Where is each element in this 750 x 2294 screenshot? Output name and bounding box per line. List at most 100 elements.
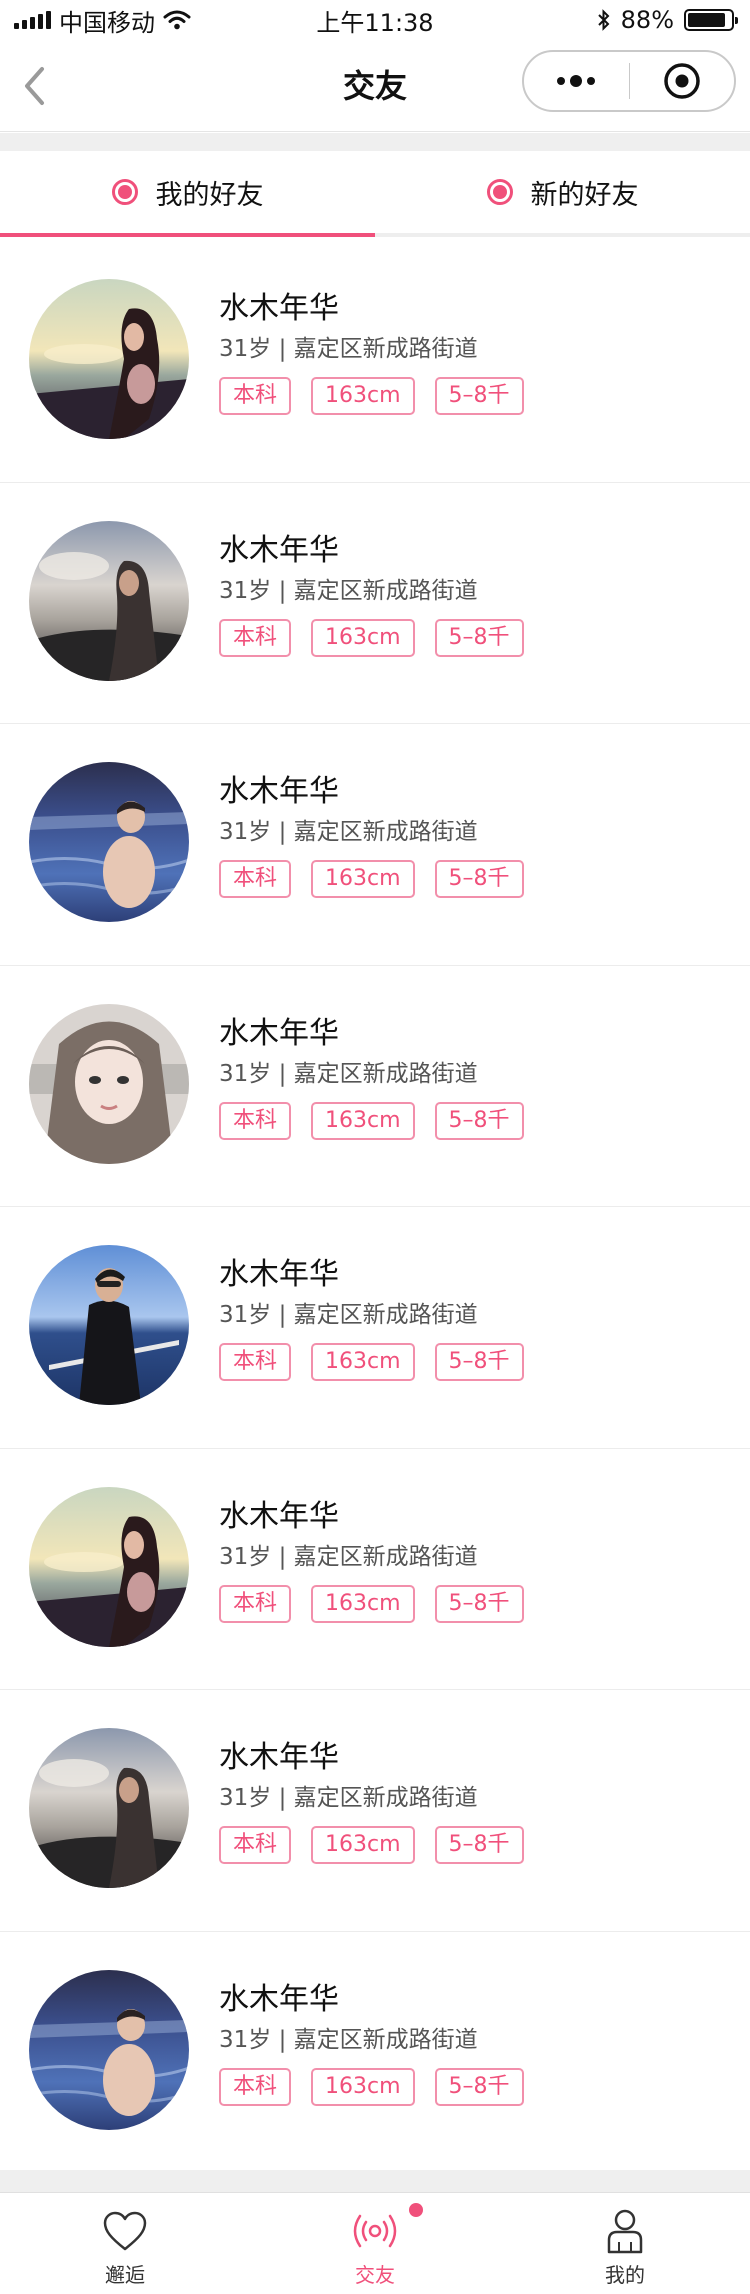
friend-info: 水木年华 31岁 | 嘉定区新成路街道 本科 163cm 5–8千 bbox=[219, 1497, 524, 1623]
avatar-woman-cloudy-icon bbox=[29, 1728, 189, 1888]
tag-height: 163cm bbox=[311, 1101, 415, 1140]
mini-program-capsule bbox=[522, 50, 736, 112]
battery-percent: 88% bbox=[620, 6, 674, 34]
tabbar-label: 我的 bbox=[605, 2263, 645, 2287]
battery-icon bbox=[684, 9, 738, 31]
avatar bbox=[29, 279, 189, 439]
more-dots-icon bbox=[557, 75, 596, 87]
friend-meta: 31岁 | 嘉定区新成路街道 bbox=[219, 1060, 478, 1087]
avatar bbox=[29, 762, 189, 922]
friend-info: 水木年华 31岁 | 嘉定区新成路街道 本科 163cm 5–8千 bbox=[219, 1738, 524, 1864]
friend-tags: 本科 163cm 5–8千 bbox=[219, 1343, 524, 1381]
nav-bar: 交友 bbox=[0, 40, 750, 132]
tag-height: 163cm bbox=[311, 618, 415, 657]
broadcast-icon bbox=[353, 2214, 397, 2248]
tag-education: 本科 bbox=[219, 618, 292, 657]
section-divider bbox=[0, 133, 750, 151]
friend-tags: 本科 163cm 5–8千 bbox=[219, 1584, 524, 1623]
friend-tags: 本科 163cm 5–8千 bbox=[219, 618, 524, 657]
friend-name: 水木年华 bbox=[219, 291, 339, 326]
friend-meta: 31岁 | 嘉定区新成路街道 bbox=[219, 1302, 478, 1328]
friend-meta: 31岁 | 嘉定区新成路街道 bbox=[219, 819, 478, 845]
tag-height: 163cm bbox=[311, 860, 415, 898]
avatar-man-pool-icon bbox=[29, 762, 189, 922]
list-item[interactable]: 水木年华 31岁 | 嘉定区新成路街道 本科 163cm 5–8千 bbox=[0, 241, 750, 483]
tag-education: 本科 bbox=[219, 1826, 292, 1864]
wifi-icon bbox=[163, 10, 191, 30]
tag-income: 5–8千 bbox=[434, 1343, 524, 1381]
tabbar-label: 邂逅 bbox=[105, 2263, 145, 2287]
avatar-man-pool-icon bbox=[29, 1969, 189, 2130]
heart-icon bbox=[103, 2211, 147, 2251]
friend-tags: 本科 163cm 5–8千 bbox=[219, 860, 524, 898]
friend-name: 水木年华 bbox=[219, 774, 339, 809]
tag-education: 本科 bbox=[219, 1101, 292, 1140]
list-item[interactable]: 水木年华 31岁 | 嘉定区新成路街道 本科 163cm 5–8千 bbox=[0, 1449, 750, 1690]
friend-tags: 本科 163cm 5–8千 bbox=[219, 2067, 524, 2106]
avatar bbox=[29, 1969, 189, 2130]
tabbar-item-friends[interactable]: 交友 bbox=[250, 2193, 500, 2294]
tag-income: 5–8千 bbox=[434, 1584, 524, 1623]
list-item[interactable]: 水木年华 31岁 | 嘉定区新成路街道 本科 163cm 5–8千 bbox=[0, 1932, 750, 2173]
friend-meta: 31岁 | 嘉定区新成路街道 bbox=[219, 1785, 478, 1811]
tag-education: 本科 bbox=[219, 377, 292, 415]
tag-income: 5–8千 bbox=[434, 2067, 524, 2106]
friend-name: 水木年华 bbox=[219, 1015, 339, 1051]
tab-label: 我的好友 bbox=[155, 179, 264, 211]
friend-name: 水木年华 bbox=[219, 1498, 339, 1534]
avatar bbox=[29, 1003, 189, 1164]
tab-label: 新的好友 bbox=[530, 179, 639, 211]
tabbar-item-mine[interactable]: 我的 bbox=[500, 2193, 750, 2294]
friend-info: 水木年华 31岁 | 嘉定区新成路街道 本科 163cm 5–8千 bbox=[219, 289, 524, 415]
friend-info: 水木年华 31岁 | 嘉定区新成路街道 本科 163cm 5–8千 bbox=[219, 1014, 524, 1140]
avatar-woman-cloudy-icon bbox=[29, 520, 189, 681]
tag-height: 163cm bbox=[311, 1343, 415, 1381]
avatar bbox=[29, 1245, 189, 1405]
status-time: 上午11:38 bbox=[316, 8, 434, 37]
close-miniprogram-button[interactable] bbox=[630, 52, 735, 110]
bottom-tab-bar: 邂逅 交友 我的 bbox=[0, 2192, 750, 2294]
notification-badge bbox=[409, 2203, 423, 2217]
avatar-woman-sunset-icon bbox=[29, 279, 189, 439]
tag-height: 163cm bbox=[311, 1826, 415, 1864]
avatar bbox=[29, 520, 189, 681]
signal-icon bbox=[14, 11, 51, 29]
avatar-man-sea-icon bbox=[29, 1245, 189, 1405]
avatar-woman-portrait-icon bbox=[29, 1003, 189, 1164]
friend-info: 水木年华 31岁 | 嘉定区新成路街道 本科 163cm 5–8千 bbox=[219, 1255, 524, 1381]
tag-education: 本科 bbox=[219, 2067, 292, 2106]
list-item[interactable]: 水木年华 31岁 | 嘉定区新成路街道 本科 163cm 5–8千 bbox=[0, 1207, 750, 1449]
tag-education: 本科 bbox=[219, 1584, 292, 1623]
friend-tags: 本科 163cm 5–8千 bbox=[219, 377, 524, 415]
tag-education: 本科 bbox=[219, 1343, 292, 1381]
tabbar-label: 交友 bbox=[355, 2263, 395, 2287]
list-item[interactable]: 水木年华 31岁 | 嘉定区新成路街道 本科 163cm 5–8千 bbox=[0, 1690, 750, 1932]
tab-my-friends[interactable]: 我的好友 bbox=[0, 151, 375, 237]
friend-tags: 本科 163cm 5–8千 bbox=[219, 1101, 524, 1140]
tag-income: 5–8千 bbox=[434, 1101, 524, 1140]
friend-meta: 31岁 | 嘉定区新成路街道 bbox=[219, 2026, 478, 2053]
radio-dot-icon bbox=[111, 179, 138, 205]
carrier-label: 中国移动 bbox=[59, 8, 155, 37]
friend-name: 水木年华 bbox=[219, 532, 339, 568]
list-item[interactable]: 水木年华 31岁 | 嘉定区新成路街道 本科 163cm 5–8千 bbox=[0, 724, 750, 966]
list-item[interactable]: 水木年华 31岁 | 嘉定区新成路街道 本科 163cm 5–8千 bbox=[0, 966, 750, 1207]
friend-name: 水木年华 bbox=[219, 1981, 339, 2017]
friend-list: 水木年华 31岁 | 嘉定区新成路街道 本科 163cm 5–8千 水木年华 3… bbox=[0, 241, 750, 2173]
friend-meta: 31岁 | 嘉定区新成路街道 bbox=[219, 336, 478, 362]
friend-meta: 31岁 | 嘉定区新成路街道 bbox=[219, 577, 478, 604]
list-item[interactable]: 水木年华 31岁 | 嘉定区新成路街道 本科 163cm 5–8千 bbox=[0, 483, 750, 724]
tag-height: 163cm bbox=[311, 2067, 415, 2106]
person-icon bbox=[607, 2209, 643, 2254]
tag-income: 5–8千 bbox=[434, 860, 524, 898]
friend-info: 水木年华 31岁 | 嘉定区新成路街道 本科 163cm 5–8千 bbox=[219, 531, 524, 657]
friend-name: 水木年华 bbox=[219, 1257, 339, 1292]
tag-height: 163cm bbox=[311, 377, 415, 415]
tabbar-item-encounter[interactable]: 邂逅 bbox=[0, 2193, 250, 2294]
bluetooth-icon bbox=[597, 9, 610, 31]
tab-new-friends[interactable]: 新的好友 bbox=[375, 151, 750, 233]
more-button[interactable] bbox=[524, 52, 629, 110]
battery-fill bbox=[688, 13, 725, 27]
status-bar: 中国移动 上午11:38 88% bbox=[0, 0, 750, 40]
friend-tags: 本科 163cm 5–8千 bbox=[219, 1826, 524, 1864]
